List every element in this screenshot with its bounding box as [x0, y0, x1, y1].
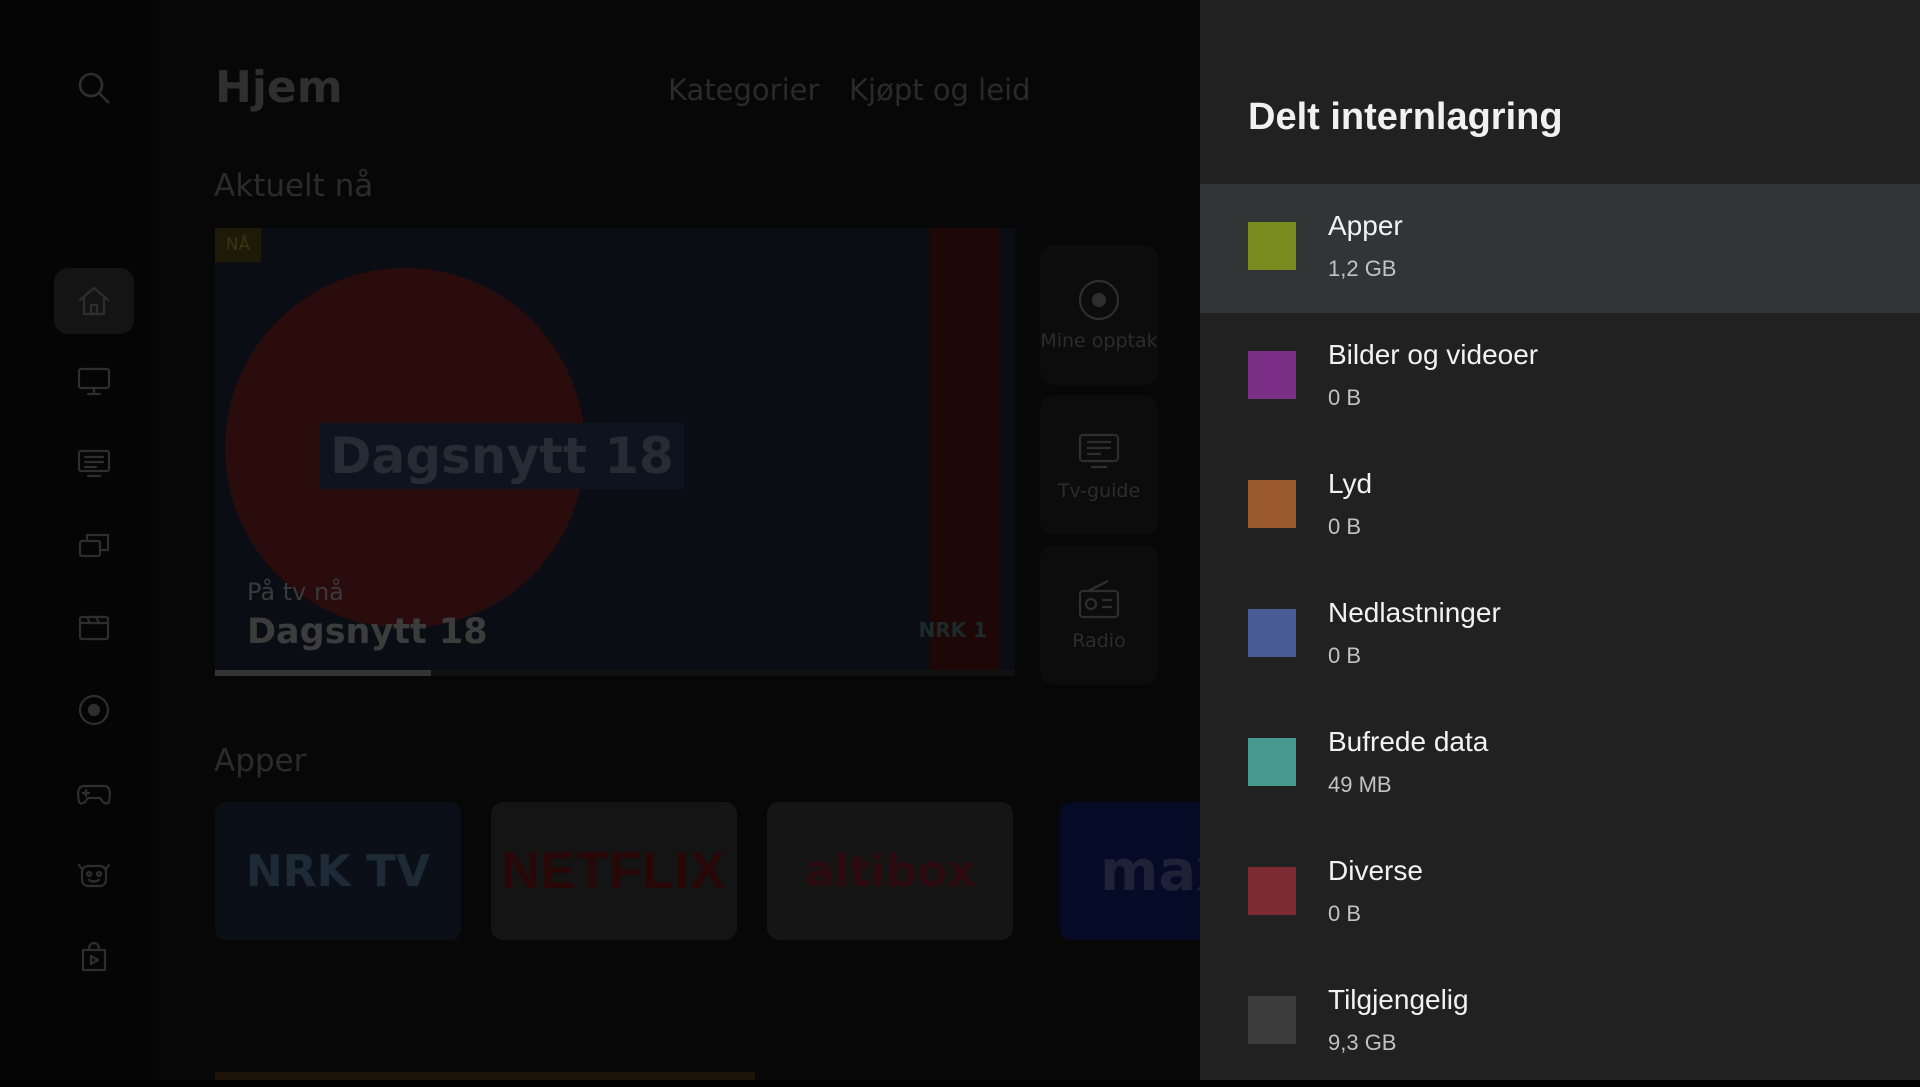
shortcut-radio[interactable]: Radio: [1040, 545, 1158, 685]
storage-item-size: 0 B: [1328, 514, 1362, 539]
storage-item-label: Bufrede data: [1328, 726, 1489, 757]
storage-item[interactable]: Diverse 0 B: [1200, 829, 1920, 958]
storage-item[interactable]: Lyd 0 B: [1200, 442, 1920, 571]
shortcut-mine-opptak[interactable]: Mine opptak: [1040, 245, 1158, 385]
storage-panel: Delt internlagring Apper 1,2 GB Bilder og …: [1200, 0, 1920, 1080]
channel-logo: NRK 1: [918, 618, 987, 642]
storage-item-size: 1,2 GB: [1328, 256, 1397, 281]
movie-icon[interactable]: [54, 594, 134, 660]
guide-icon: [1078, 433, 1120, 469]
shortcut-label: Tv-guide: [1057, 480, 1141, 503]
app-tile-max[interactable]: max: [1060, 802, 1200, 940]
shortcut-label: Mine opptak: [1040, 330, 1158, 353]
section-title-apps: Apper: [214, 743, 307, 779]
home-screen-dimmed: Hjem Kategorier Kjøpt og leid Aktuelt nå…: [0, 0, 1200, 1080]
color-swatch: [1248, 609, 1296, 657]
color-swatch: [1248, 480, 1296, 528]
storage-item[interactable]: Bilder og videoer 0 B: [1200, 313, 1920, 442]
home-icon[interactable]: [54, 268, 134, 334]
record-icon: [1078, 279, 1120, 321]
color-swatch: [1248, 867, 1296, 915]
next-row-peek: [215, 1072, 755, 1080]
storage-item[interactable]: Tilgjengelig 9,3 GB: [1200, 958, 1920, 1087]
hero-program-name: Dagsnytt 18: [247, 612, 488, 652]
hero-subtitle: På tv nå: [247, 578, 344, 606]
navigation-rail: [0, 0, 153, 1080]
storage-item-label: Nedlastninger: [1328, 597, 1501, 628]
tab-kategorier[interactable]: Kategorier: [668, 73, 819, 107]
storage-item-label: Tilgjengelig: [1328, 984, 1469, 1015]
gamepad-icon[interactable]: [54, 760, 134, 826]
multiscreen-icon[interactable]: [54, 512, 134, 578]
live-badge: NÅ: [215, 228, 261, 262]
radio-icon: [1078, 580, 1120, 619]
color-swatch: [1248, 222, 1296, 270]
storage-item-size: 0 B: [1328, 643, 1362, 668]
section-title-now: Aktuelt nå: [214, 168, 374, 204]
color-swatch: [1248, 738, 1296, 786]
storage-item-size: 0 B: [1328, 901, 1362, 926]
app-tile-nrk-tv[interactable]: NRK TV: [215, 802, 461, 940]
program-progress-fill: [215, 670, 431, 676]
hero-stripe: [930, 228, 1000, 674]
app-tile-altibox[interactable]: altibox: [767, 802, 1013, 940]
color-swatch: [1248, 996, 1296, 1044]
program-progress-bar: [215, 670, 1015, 676]
now-on-tv-card[interactable]: NÅ Dagsnytt 18 På tv nå Dagsnytt 18 NRK …: [215, 228, 1015, 674]
storage-list: Apper 1,2 GB Bilder og videoer 0 B Lyd 0 B Ned…: [1200, 184, 1920, 1087]
kids-icon[interactable]: [54, 842, 134, 908]
guide-icon[interactable]: [54, 430, 134, 496]
storage-item-label: Lyd: [1328, 468, 1373, 499]
app-tile-netflix[interactable]: NETFLIX: [491, 802, 737, 940]
storage-item-label: Bilder og videoer: [1328, 339, 1539, 370]
panel-title: Delt internlagring: [1248, 96, 1563, 138]
color-swatch: [1248, 351, 1296, 399]
storage-item-size: 9,3 GB: [1328, 1030, 1397, 1055]
hero-show-graphic: Dagsnytt 18: [320, 423, 684, 489]
record-icon[interactable]: [54, 677, 134, 743]
search-icon[interactable]: [76, 70, 116, 110]
storage-item[interactable]: Nedlastninger 0 B: [1200, 571, 1920, 700]
play-store-icon[interactable]: [54, 924, 134, 990]
shortcut-label: Radio: [1072, 630, 1126, 653]
storage-item-label: Apper: [1328, 210, 1403, 241]
storage-item-size: 0 B: [1328, 385, 1362, 410]
tab-kjopt-og-leid[interactable]: Kjøpt og leid: [849, 73, 1031, 107]
page-title: Hjem: [215, 62, 343, 113]
storage-item-label: Diverse: [1328, 855, 1423, 886]
shortcut-tv-guide[interactable]: Tv-guide: [1040, 395, 1158, 535]
tv-icon[interactable]: [54, 348, 134, 414]
storage-item[interactable]: Bufrede data 49 MB: [1200, 700, 1920, 829]
storage-item[interactable]: Apper 1,2 GB: [1200, 184, 1920, 313]
storage-item-size: 49 MB: [1328, 772, 1392, 797]
